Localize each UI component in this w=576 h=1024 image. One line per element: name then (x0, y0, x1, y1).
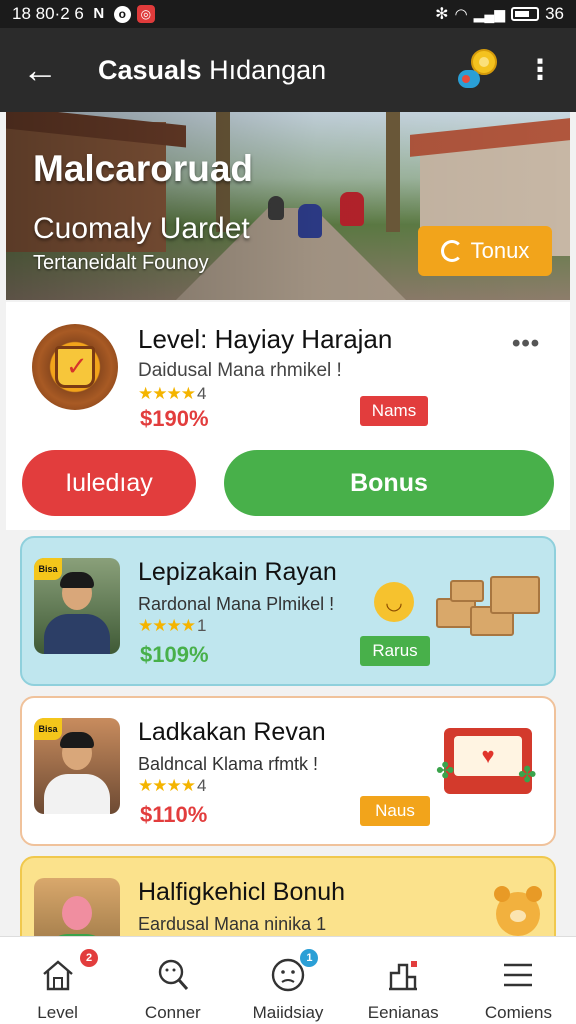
offer-card[interactable]: Bisa Lepizakain Rayan Rardonal Mana Plmi… (20, 536, 556, 686)
photo-body (44, 774, 110, 814)
search-icon (158, 959, 188, 990)
offer-title: Ladkakan Revan (138, 718, 326, 746)
level-avatar (32, 324, 118, 410)
home-icon (42, 960, 73, 991)
nav-label: Eenianas (367, 1003, 439, 1022)
photo-hair (60, 572, 94, 588)
star-icons: ★★★★ (138, 384, 196, 403)
nav-item-comiens[interactable]: Comiens (461, 937, 576, 1024)
teddy-bear-icon (494, 886, 542, 936)
iuledıay-button[interactable]: Iuledıay (22, 450, 196, 516)
offer-rating: ★★★★ 1 (138, 616, 206, 636)
offer-title: Lepizakain Rayan (138, 558, 337, 586)
more-menu-icon[interactable]: ⋮ (526, 56, 554, 84)
photo-body (44, 614, 110, 654)
battery-icon (511, 7, 540, 21)
smiley-icon: ◡ (374, 582, 414, 622)
level-card: Level: Hayiay Harajan Daidusal Mana rhmi… (6, 302, 570, 530)
nav-label: Level (37, 1003, 78, 1022)
page-title: Casuals Hıdangan (98, 55, 452, 86)
photo-tag: Bisa (34, 558, 62, 580)
vibrate-icon: ✻ (435, 6, 449, 23)
offer-title: Halfigkehicl Bonuh (138, 878, 346, 906)
star-icons: ★★★★ (138, 776, 196, 795)
level-price: $190% (140, 406, 209, 431)
offer-card[interactable]: Bisa Ladkakan Revan Baldncal Klama rfmtk… (20, 696, 556, 846)
offer-rating-value: 4 (196, 776, 207, 795)
nav-item-level[interactable]: 2 Level (0, 937, 115, 1024)
menu-icon (504, 963, 533, 987)
level-tag: Nams (360, 396, 428, 426)
status-bar: 18 80·2 6 N o ◎ ✻ ◠ ▂▄▆ 36 (0, 0, 576, 28)
status-left: 18 80·2 6 N o ◎ (12, 4, 155, 24)
signal-icon: ▂▄▆ (473, 5, 506, 22)
app-notification-icon: ◎ (136, 5, 155, 23)
bonus-button[interactable]: Bonus (224, 450, 554, 516)
clover-icon: ✤ (436, 758, 455, 783)
level-rating-value: 4 (196, 384, 207, 403)
offer-subtitle: Rardonal Mana Plmikel ! (138, 594, 335, 614)
level-title: Level: Hayiay Harajan (138, 324, 393, 354)
tonux-button[interactable]: Tonux (418, 226, 552, 276)
nfc-icon: N (93, 5, 105, 22)
page-title-rest: Hıdangan (201, 54, 327, 85)
reward-badge-icon[interactable] (452, 46, 500, 94)
hero-banner[interactable]: Malcaroruad Cuomaly Uardet Tertaneidalt … (6, 112, 570, 300)
nav-badge: 1 (300, 949, 319, 967)
photo-hair (60, 732, 94, 748)
status-right: ✻ ◠ ▂▄▆ 36 (435, 4, 564, 24)
offer-tag: Rarus (360, 636, 430, 666)
status-time: 18 80·2 6 (12, 4, 84, 23)
notification-icon: o (113, 5, 131, 23)
offer-price: $109% (140, 642, 209, 667)
nav-label: Conner (144, 1003, 201, 1022)
photo-head (62, 896, 92, 930)
nav-label: Maiidsiay (252, 1003, 324, 1022)
nav-badge: 2 (80, 949, 98, 967)
page-title-bold: Casuals (98, 54, 202, 85)
photo-tag: Bisa (34, 718, 62, 740)
level-subtitle: Daidusal Mana rhmikel ! (138, 360, 342, 381)
trophy-cup-icon (55, 346, 95, 388)
bottom-navigation: 2 Level Conner 1 Maiidsiay Eenianas Comi… (0, 936, 576, 1024)
nav-item-maiidsiay[interactable]: 1 Maiidsiay (230, 937, 345, 1024)
nav-label: Comiens (484, 1003, 552, 1022)
back-arrow-icon[interactable]: ← (22, 52, 74, 88)
heart-icon: ♥ (454, 736, 522, 776)
battery-level: 36 (545, 4, 564, 23)
clover-icon: ✤ (518, 762, 537, 787)
wifi-icon: ◠ (454, 6, 468, 23)
refresh-icon (440, 240, 463, 262)
nav-item-eenianas[interactable]: Eenianas (346, 937, 461, 1024)
offer-tag: Naus (360, 796, 430, 826)
more-options-icon[interactable]: ••• (512, 330, 540, 358)
level-rating: ★★★★ 4 (138, 384, 206, 404)
app-header: ← Casuals Hıdangan ⋮ (0, 28, 576, 112)
hero-caption: Tertaneidalt Founoy (33, 252, 209, 274)
offer-avatar-photo: Bisa (34, 718, 120, 814)
offer-rating-value: 1 (196, 616, 207, 635)
offer-avatar-photo: Bisa (34, 558, 120, 654)
tonux-button-label: Tonux (470, 238, 530, 263)
offer-rating: ★★★★ 4 (138, 776, 206, 796)
inbox-icon (389, 961, 418, 991)
offer-subtitle: Eardusal Mana ninika 1 (138, 914, 327, 934)
nav-item-conner[interactable]: Conner (115, 937, 230, 1024)
offer-subtitle: Baldncal Klama rfmtk ! (138, 754, 319, 774)
offer-price: $110% (140, 802, 208, 827)
hero-subtitle: Cuomaly Uardet (33, 212, 250, 245)
hero-title: Malcaroruad (33, 148, 254, 189)
star-icons: ★★★★ (138, 616, 196, 635)
